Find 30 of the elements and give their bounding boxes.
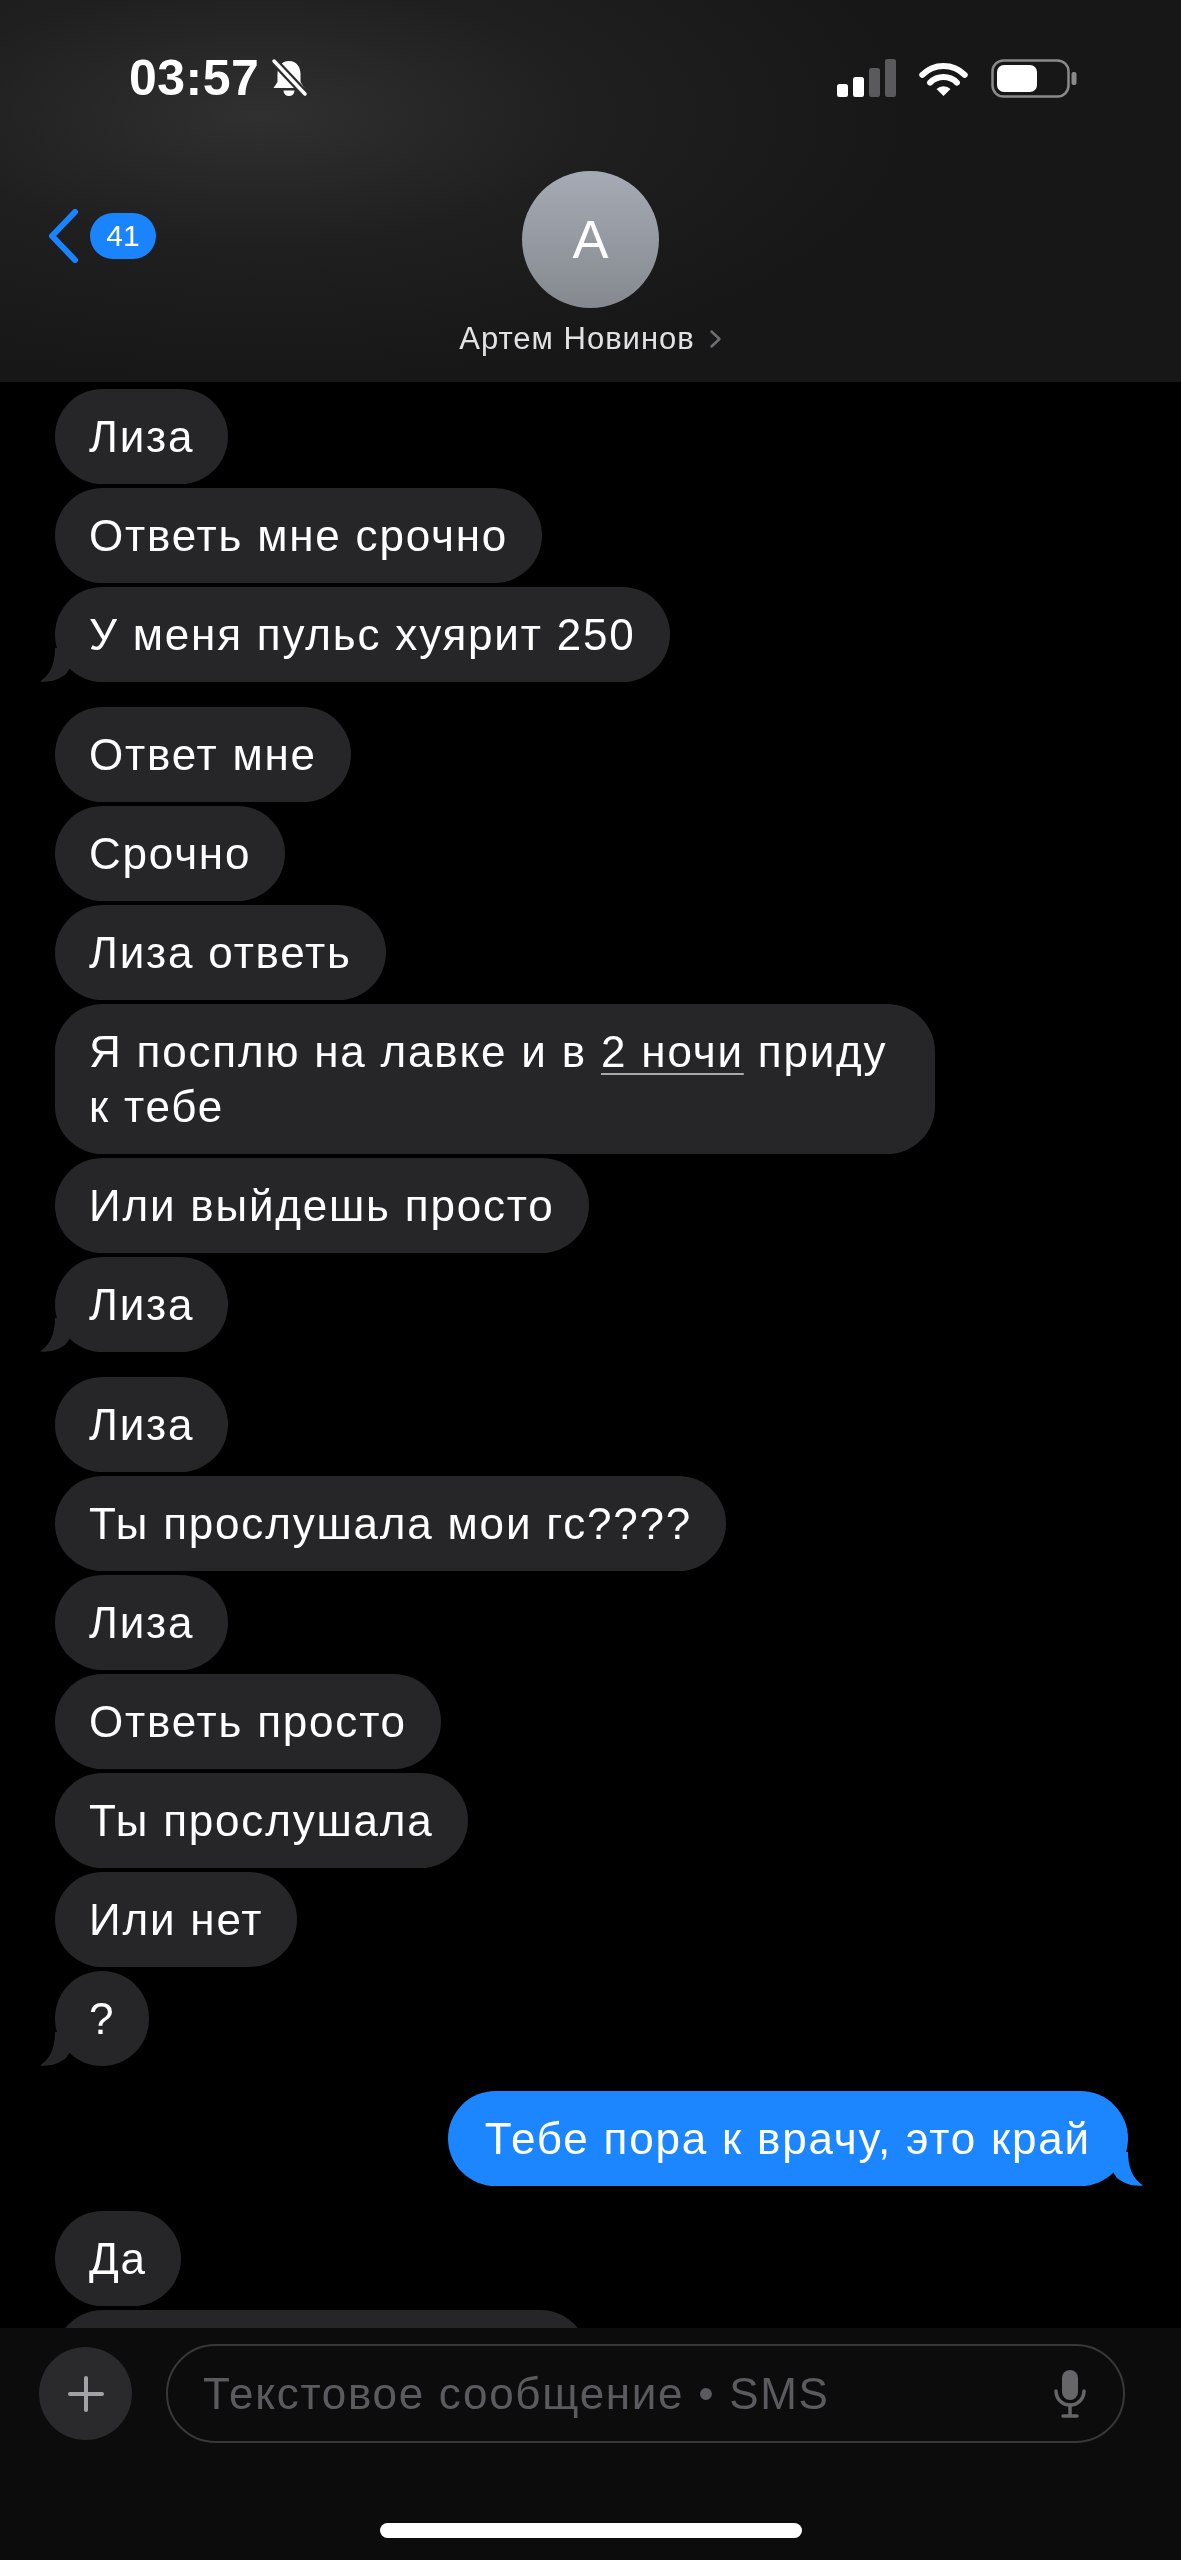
battery-icon (991, 58, 1077, 98)
message-text: Ответ мне (89, 729, 317, 781)
message-text: Лиза ответь (89, 927, 352, 979)
message-text: Лиза (89, 1597, 195, 1649)
message-text: Ответь просто (89, 1696, 407, 1748)
message-text: У меня пульс хуярит 250 (89, 609, 636, 661)
signal-bars-icon (837, 59, 896, 97)
plus-icon (67, 2375, 104, 2412)
message-text: Срочно (89, 828, 252, 880)
message-text: Лиза (89, 411, 195, 463)
message-text: Лиза (89, 1279, 195, 1331)
back-button[interactable]: 41 (47, 209, 156, 263)
time-link[interactable]: 2 ночи (601, 1027, 744, 1076)
message-text: ? (89, 1993, 116, 2045)
chevron-right-icon (708, 328, 722, 349)
message-input-field[interactable]: Текстовое сообщение • SMS (166, 2344, 1125, 2443)
message-text: Ты прослушала мои гс???? (89, 1498, 693, 1550)
message-text: Я посплю на лавке и в 2 ночи приду к тебе (89, 1026, 889, 1133)
status-time: 03:57 (129, 53, 260, 103)
message-text: Ответь мне срочно (89, 510, 509, 562)
contact-name-button[interactable]: Артем Новинов (459, 320, 722, 357)
unread-count-badge: 41 (90, 213, 156, 259)
microphone-icon[interactable] (1053, 2369, 1087, 2418)
message-text: Или выйдешь просто (89, 1180, 555, 1232)
message-text: Или нет (89, 1894, 264, 1946)
message-text: Лиза (89, 1399, 195, 1451)
chevron-left-icon (47, 209, 79, 263)
message-text: Тебе пора к врачу, это край (484, 2113, 1091, 2165)
message-text: Да (89, 2233, 147, 2285)
message-text: Ты прослушала (89, 1795, 434, 1847)
